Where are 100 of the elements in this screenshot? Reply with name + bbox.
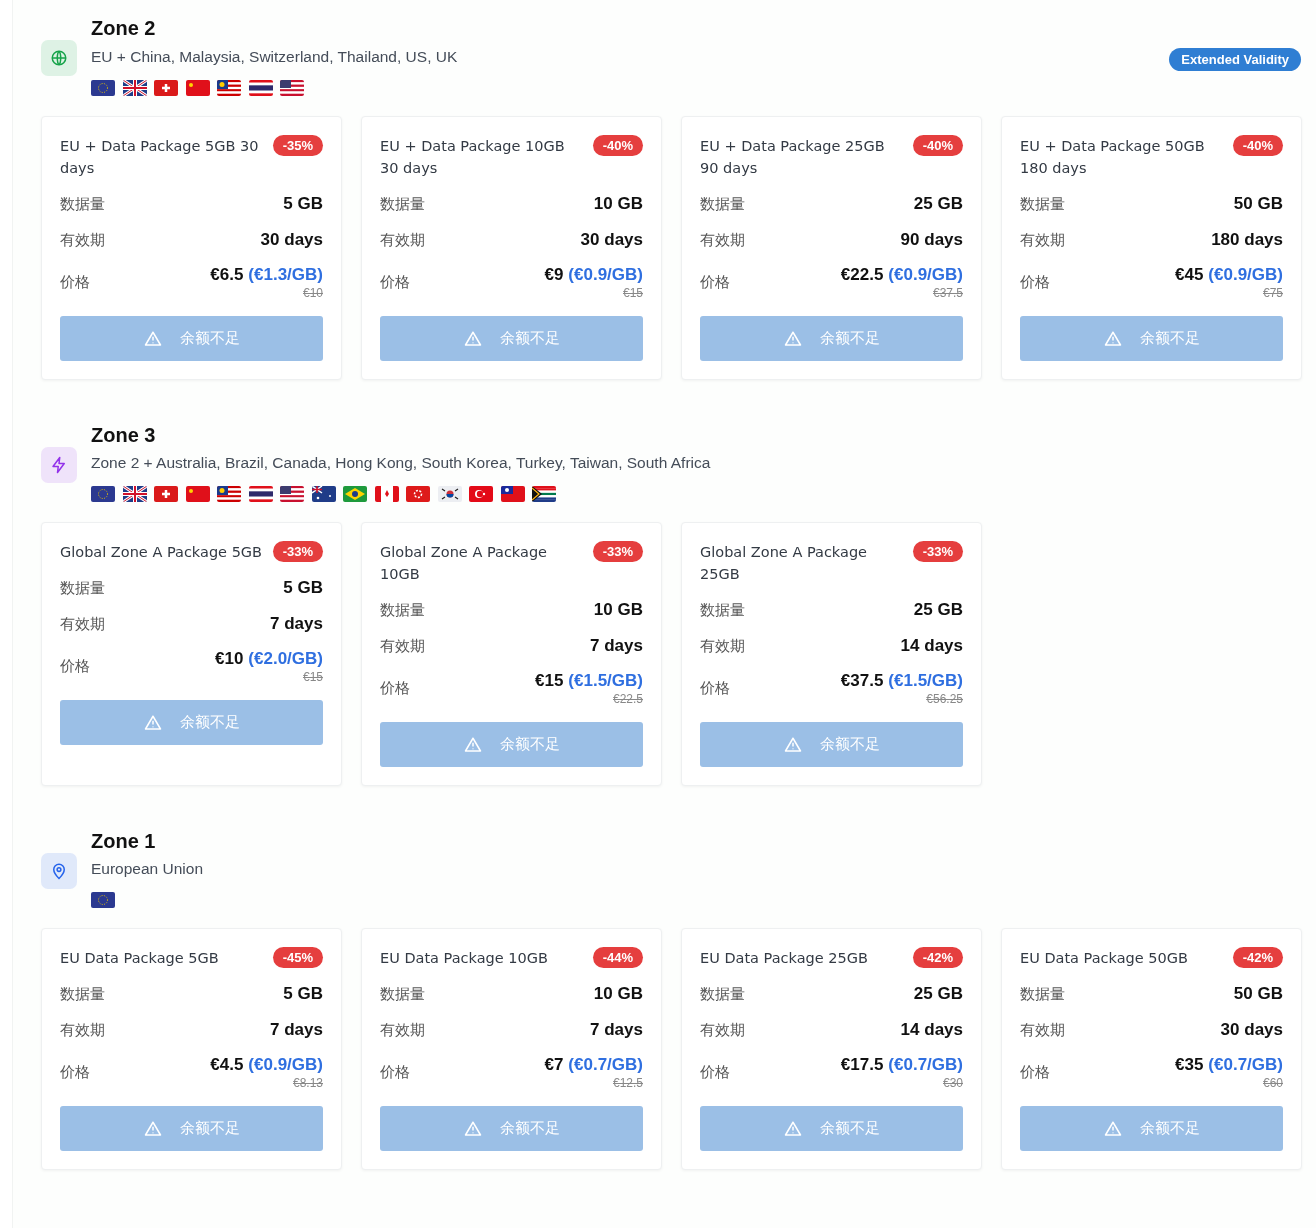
original-price: €30 (942, 1076, 963, 1090)
warning-icon (143, 713, 162, 732)
warning-icon (783, 735, 802, 754)
field-label: 价格 (60, 1063, 90, 1082)
warning-icon (783, 1119, 802, 1138)
price: €35 (1175, 1055, 1204, 1075)
field-value: 50 GB (1233, 984, 1283, 1004)
field-value: 10 GB (593, 600, 643, 620)
package-title: EU + Data Package 25GB 90 days (700, 137, 886, 178)
field-label: 数据量 (380, 600, 425, 620)
flag-icon (217, 486, 241, 502)
price-per-gb: (€1.5/GB) (888, 671, 963, 691)
package-title: EU Data Package 5GB (60, 949, 219, 968)
price-per-gb: (€0.9/GB) (888, 265, 963, 285)
warning-icon (1103, 1119, 1122, 1138)
zone-title: Zone 1 (91, 829, 157, 854)
original-price: €60 (1262, 1076, 1283, 1090)
price-per-gb: (€0.7/GB) (568, 1055, 643, 1075)
field-label: 有效期 (700, 636, 745, 656)
discount-badge: -40% (912, 135, 963, 156)
zone-title: Zone 2 (91, 16, 157, 41)
package-title: EU Data Package 25GB (700, 949, 868, 968)
price-per-gb: (€0.9/GB) (1208, 265, 1283, 285)
flag-icon (280, 80, 304, 96)
price: €4.5 (210, 1055, 244, 1075)
field-label: 价格 (60, 273, 90, 292)
flag-icon (154, 486, 178, 502)
flag-icon (311, 486, 336, 502)
package-title: EU + Data Package 50GB 180 days (1020, 137, 1206, 178)
discount-badge: -33% (592, 541, 643, 562)
discount-badge: -40% (592, 135, 643, 156)
field-label: 价格 (1020, 1063, 1050, 1082)
field-value: 180 days (1211, 230, 1283, 250)
field-value: 7 days (270, 1020, 323, 1040)
original-price: €15 (622, 286, 643, 300)
field-label: 有效期 (1020, 230, 1065, 250)
field-value: 30 days (260, 230, 323, 250)
flag-icon (469, 486, 493, 502)
field-value: 14 days (900, 1020, 963, 1040)
flag-icon (122, 80, 147, 96)
flag-icon (248, 80, 273, 96)
field-label: 数据量 (60, 194, 105, 214)
field-value: 30 days (580, 230, 643, 250)
package-title: EU + Data Package 5GB 30 days (60, 137, 260, 178)
field-label: 数据量 (60, 578, 105, 598)
field-label: 有效期 (380, 1020, 425, 1040)
validity-badge: Extended Validity (1169, 48, 1301, 71)
flag-icon (185, 80, 210, 96)
field-label: 数据量 (700, 984, 745, 1004)
field-label: 价格 (1020, 273, 1050, 292)
price-per-gb: (€2.0/GB) (248, 649, 323, 669)
field-label: 有效期 (1020, 1020, 1065, 1040)
original-price: €37.5 (932, 286, 963, 300)
price: €37.5 (840, 671, 884, 691)
flag-icon (500, 486, 525, 502)
discount-badge: -40% (1232, 135, 1283, 156)
price: €6.5 (210, 265, 244, 285)
field-label: 有效期 (380, 230, 425, 250)
warning-icon (463, 1119, 482, 1138)
price-per-gb: (€0.9/GB) (248, 1055, 323, 1075)
price: €9 (544, 265, 564, 285)
field-label: 有效期 (60, 1020, 105, 1040)
original-price: €10 (302, 286, 323, 300)
field-value: 30 days (1220, 1020, 1283, 1040)
zone-title: Zone 3 (91, 423, 157, 448)
flag-icon (280, 486, 304, 502)
flag-icon (406, 486, 430, 502)
price-per-gb: (€1.5/GB) (568, 671, 643, 691)
price: €17.5 (840, 1055, 884, 1075)
zone-description: EU + China, Malaysia, Switzerland, Thailand, US, UK (91, 46, 458, 67)
flag-icon (91, 486, 115, 502)
field-value: 10 GB (593, 194, 643, 214)
warning-icon (783, 329, 802, 348)
package-title: Global Zone A Package 10GB (380, 543, 549, 584)
field-label: 有效期 (700, 230, 745, 250)
price-per-gb: (€0.9/GB) (568, 265, 643, 285)
flag-icon (374, 486, 399, 502)
price: €7 (544, 1055, 564, 1075)
flag-icon (248, 486, 273, 502)
field-label: 价格 (60, 657, 90, 676)
original-price: €15 (302, 670, 323, 684)
field-label: 数据量 (700, 600, 745, 620)
flag-icon (91, 892, 115, 908)
package-title: Global Zone A Package 5GB (60, 543, 263, 562)
field-value: 25 GB (913, 600, 963, 620)
field-label: 价格 (380, 273, 410, 292)
price-per-gb: (€0.7/GB) (888, 1055, 963, 1075)
field-value: 25 GB (913, 194, 963, 214)
original-price: €22.5 (612, 692, 643, 706)
field-value: 14 days (900, 636, 963, 656)
field-value: 7 days (590, 636, 643, 656)
warning-icon (1103, 329, 1122, 348)
flag-icon (532, 486, 556, 502)
discount-badge: -42% (912, 947, 963, 968)
field-label: 有效期 (700, 1020, 745, 1040)
discount-badge: -35% (272, 135, 323, 156)
discount-badge: -33% (912, 541, 963, 562)
zone-description: Zone 2 + Australia, Brazil, Canada, Hong Kong, South Korea, Turkey, Taiwan, South Africa (91, 453, 711, 473)
field-label: 价格 (700, 273, 730, 292)
flag-icon (217, 80, 241, 96)
